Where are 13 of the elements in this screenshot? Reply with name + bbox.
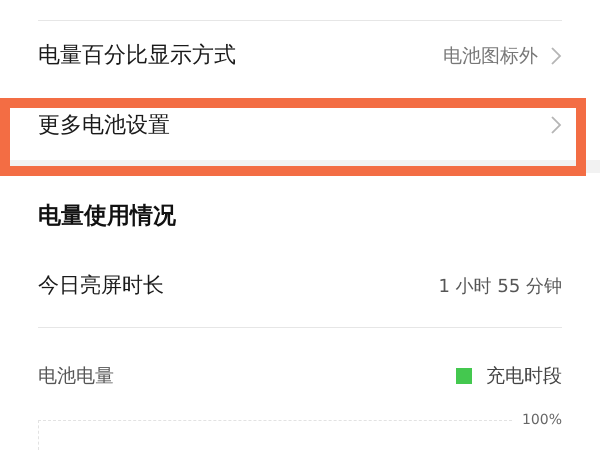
axis-label: 100% xyxy=(522,411,562,430)
row-value: 电池图标外 xyxy=(443,44,538,69)
chevron-right-icon xyxy=(550,115,562,136)
chevron-right-icon xyxy=(550,46,562,66)
legend-label: 充电时段 xyxy=(486,364,562,388)
settings-row[interactable]: 电量百分比显示方式 电池图标外 xyxy=(38,21,562,91)
row-value: 1 小时 55 分钟 xyxy=(438,274,562,298)
row-label: 今日亮屏时长 xyxy=(38,272,164,300)
settings-row[interactable]: 更多电池设置 xyxy=(38,90,562,160)
section-title: 电量使用情况 xyxy=(38,202,177,231)
chart-title: 电池电量 xyxy=(38,364,114,388)
row-label: 电量百分比显示方式 xyxy=(38,42,236,70)
row-label: 更多电池设置 xyxy=(38,112,170,140)
